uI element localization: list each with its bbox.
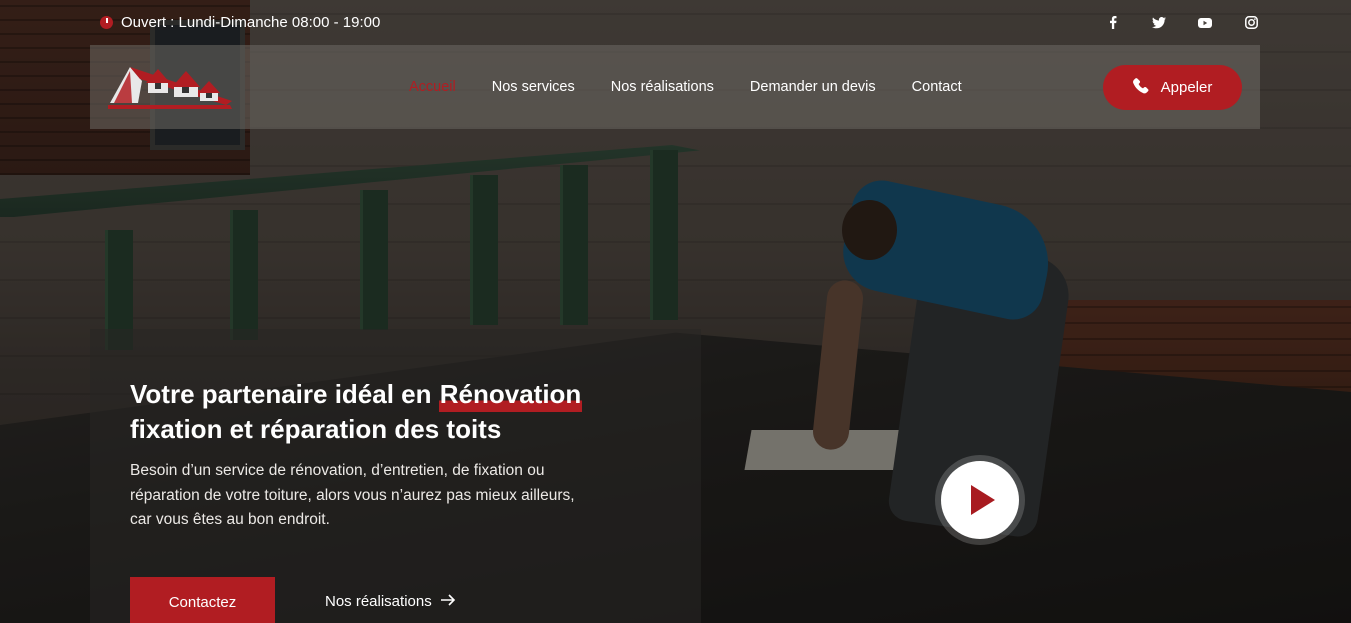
call-button-label: Appeler: [1160, 79, 1213, 96]
hero-title-end: fixation et réparation des toits: [130, 414, 502, 444]
call-button[interactable]: Appeler: [1103, 65, 1242, 110]
site-logo[interactable]: [108, 61, 233, 111]
nav-item-demander-un-devis[interactable]: Demander un devis: [750, 79, 876, 95]
hero-title: Votre partenaire idéal en Rénovation fix…: [130, 377, 670, 447]
opening-hours: Ouvert : Lundi-Dimanche 08:00 - 19:00: [100, 14, 380, 31]
social-links: [1103, 13, 1261, 33]
facebook-icon[interactable]: [1103, 13, 1123, 33]
main-navbar: Accueil Nos services Nos réalisations De…: [90, 45, 1260, 129]
hero-title-highlight: Rénovation: [438, 379, 583, 412]
nav-item-nos-services[interactable]: Nos services: [492, 79, 575, 95]
arrow-right-icon: [440, 593, 456, 610]
nav-menu: Accueil Nos services Nos réalisations De…: [409, 45, 962, 129]
nav-item-nos-realisations[interactable]: Nos réalisations: [611, 79, 714, 95]
instagram-icon[interactable]: [1241, 13, 1261, 33]
realisations-link-label: Nos réalisations: [325, 593, 432, 610]
hero-card: Votre partenaire idéal en Rénovation fix…: [90, 329, 701, 623]
clock-icon: [100, 16, 113, 29]
hero-title-start: Votre partenaire idéal en: [130, 379, 439, 409]
twitter-icon[interactable]: [1149, 13, 1169, 33]
contact-button[interactable]: Contactez: [130, 577, 275, 623]
top-info-bar: Ouvert : Lundi-Dimanche 08:00 - 19:00: [0, 0, 1351, 45]
nav-item-accueil[interactable]: Accueil: [409, 79, 456, 95]
nav-item-contact[interactable]: Contact: [912, 79, 962, 95]
opening-hours-text: Ouvert : Lundi-Dimanche 08:00 - 19:00: [121, 14, 381, 31]
youtube-icon[interactable]: [1195, 13, 1215, 33]
hero-description: Besoin d’un service de rénovation, d’ent…: [130, 462, 575, 528]
realisations-link[interactable]: Nos réalisations: [325, 593, 456, 610]
play-button-circle: [941, 461, 1019, 539]
phone-icon: [1132, 77, 1149, 98]
play-icon: [971, 485, 995, 515]
play-video-button[interactable]: [935, 455, 1025, 545]
